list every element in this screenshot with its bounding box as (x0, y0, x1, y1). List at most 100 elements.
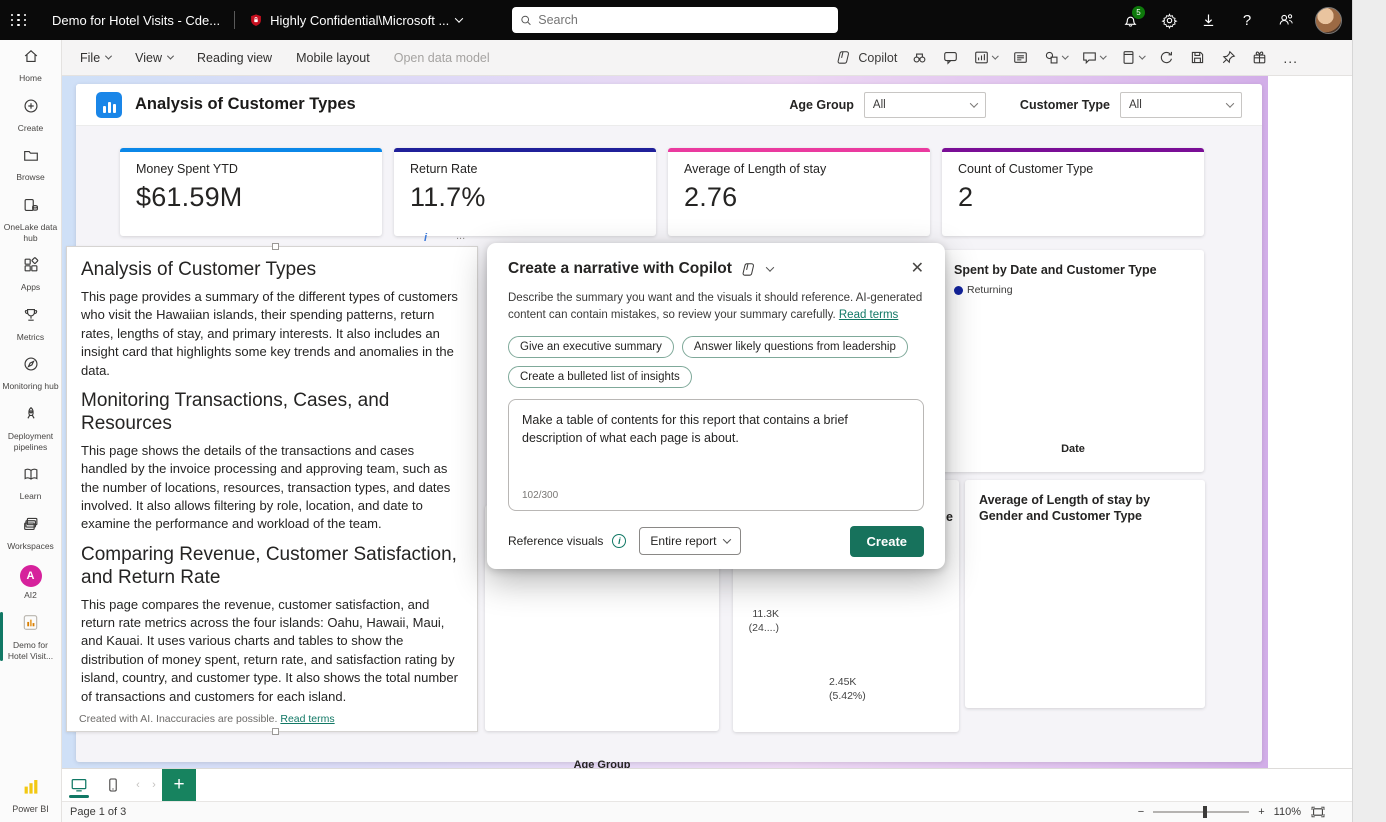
browser-sidebar-rail (1352, 0, 1386, 822)
search-input[interactable] (538, 13, 830, 27)
copilot-button[interactable]: Copilot (831, 45, 902, 70)
menu-item-open-data-model[interactable]: Open data model (394, 51, 490, 65)
legend-returning: Returning (954, 284, 1013, 296)
prompt-textarea[interactable]: Make a table of contents for this report… (509, 400, 923, 484)
power-bi-app: Demo for Hotel Visits - Cde... Highly Co… (0, 0, 1386, 822)
donut-callout-bottom: 2.45K(5.42%) (829, 676, 866, 703)
kpi-card-count-of-customer-type[interactable]: Count of Customer Type2 (942, 148, 1204, 236)
settings-button[interactable] (1159, 10, 1179, 30)
line-chart-plot (954, 304, 1190, 424)
close-dialog-button[interactable]: ✕ (911, 261, 924, 277)
visuals-button[interactable] (968, 45, 1003, 70)
help-button[interactable]: ? (1237, 10, 1257, 30)
pin-button[interactable] (1215, 45, 1242, 70)
more-options-button[interactable]: ... (1277, 50, 1304, 66)
chevron-down-icon[interactable] (766, 263, 774, 271)
age-group-dropdown[interactable]: All (864, 92, 986, 118)
prompt-box: Make a table of contents for this report… (508, 399, 924, 511)
narrative-visual[interactable]: Analysis of Customer TypesThis page prov… (66, 246, 478, 732)
chevron-down-icon (992, 53, 998, 59)
save-icon (1189, 49, 1206, 66)
kpi-card-average-of-length-of-stay[interactable]: Average of Length of stay2.76 (668, 148, 930, 236)
sidebar-item-workspaces[interactable]: Workspaces (0, 508, 61, 558)
shapes-button[interactable] (1038, 45, 1073, 70)
narrative-paragraph: This page compares the revenue, customer… (81, 596, 463, 707)
stay-by-gender-chart[interactable]: Average of Length of stay by Gender and … (965, 480, 1205, 708)
feedback-button[interactable] (1276, 10, 1296, 30)
read-terms-link[interactable]: Read terms (839, 309, 898, 321)
home-icon (22, 47, 40, 70)
donut-callout-left: 11.3K(24....) (741, 608, 779, 635)
report-menubar: File View Reading view Mobile layout Open da… (62, 40, 1352, 76)
chat-bubble-button[interactable] (1076, 45, 1111, 70)
sidebar-item-deployment-pipelines[interactable]: Deployment pipelines (0, 398, 61, 458)
suggestion-pill[interactable]: Answer likely questions from leadership (682, 336, 908, 358)
sidebar-item-learn[interactable]: Learn (0, 458, 61, 508)
narrative-heading: Monitoring Transactions, Cases, and Reso… (81, 390, 463, 436)
kpi-card-money-spent-ytd[interactable]: Money Spent YTD$61.59M (120, 148, 382, 236)
visual-info-icon[interactable]: i (424, 232, 427, 244)
visual-more-options-icon[interactable]: ... (456, 230, 465, 242)
refresh-button[interactable] (1153, 45, 1180, 70)
sidebar-item-apps[interactable]: Apps (0, 249, 61, 299)
chart-title: Spent by Date and Customer Type (954, 262, 1192, 278)
sidebar-item-metrics[interactable]: Metrics (0, 299, 61, 349)
next-page-arrow[interactable]: › (146, 769, 162, 801)
sidebar-item-monitoring-hub[interactable]: Monitoring hub (0, 348, 61, 398)
create-button[interactable]: Create (850, 526, 924, 557)
resize-handle[interactable] (272, 243, 279, 250)
text-box-button[interactable] (1007, 45, 1034, 70)
learn-icon (22, 465, 40, 488)
chevron-down-icon (970, 99, 978, 107)
scope-dropdown[interactable]: Entire report (639, 527, 741, 555)
waffle-menu-icon[interactable] (0, 0, 38, 40)
download-button[interactable] (1198, 10, 1218, 30)
menu-item-view[interactable]: View (135, 51, 173, 65)
customer-type-dropdown[interactable]: All (1120, 92, 1242, 118)
desktop-view-button[interactable] (62, 769, 96, 801)
sensitivity-label[interactable]: Highly Confidential\Microsoft ... (249, 13, 462, 28)
sidebar-item-onelake-data-hub[interactable]: OneLake data hub (0, 189, 61, 249)
add-page-button[interactable]: + (162, 769, 196, 801)
mobile-view-button[interactable] (96, 769, 130, 801)
chevron-down-icon (455, 14, 463, 22)
resize-handle[interactable] (272, 728, 279, 735)
read-terms-link[interactable]: Read terms (280, 713, 334, 725)
suggestion-pill[interactable]: Create a bulleted list of insights (508, 366, 692, 388)
user-avatar[interactable] (1315, 7, 1342, 34)
previous-page-arrow[interactable]: ‹ (130, 769, 146, 801)
global-search[interactable] (512, 7, 838, 33)
search-icon (520, 14, 532, 27)
kpi-value: 2.76 (684, 182, 914, 213)
kpi-card-return-rate[interactable]: Return Rate11.7% (394, 148, 656, 236)
info-icon[interactable]: i (612, 534, 626, 548)
spent-by-date-chart[interactable]: Spent by Date and Customer Type Returnin… (942, 250, 1204, 472)
gift-button[interactable] (1246, 45, 1273, 70)
workspaces-icon (22, 515, 40, 538)
comment-button[interactable] (937, 45, 964, 70)
menu-item-file[interactable]: File (80, 51, 111, 65)
narrative-heading: Comparing Revenue, Customer Satisfaction… (81, 544, 463, 590)
page-button[interactable] (1115, 45, 1150, 70)
sidebar-item-ai2[interactable]: AAI2 (0, 558, 61, 607)
sidebar-item-home[interactable]: Home (0, 40, 61, 90)
shield-lock-icon (249, 13, 263, 27)
menu-item-mobile-layout[interactable]: Mobile layout (296, 51, 370, 65)
page-title: Analysis of Customer Types (135, 95, 356, 114)
report-canvas: Analysis of Customer Types Age Group All… (62, 76, 1268, 768)
sidebar-item-browse[interactable]: Browse (0, 139, 61, 189)
chevron-down-icon (167, 53, 174, 60)
save-button[interactable] (1184, 45, 1211, 70)
menu-item-reading-view[interactable]: Reading view (197, 51, 272, 65)
explore-button[interactable] (906, 45, 933, 70)
fit-to-page-icon[interactable] (1310, 804, 1326, 820)
zoom-in-button[interactable]: + (1258, 806, 1264, 818)
status-bar: Page 1 of 3 − + 110% (62, 801, 1352, 822)
notifications-button[interactable]: 5 (1120, 10, 1140, 30)
suggestion-pill[interactable]: Give an executive summary (508, 336, 674, 358)
zoom-out-button[interactable]: − (1138, 806, 1144, 818)
deployment-icon (22, 405, 40, 428)
sidebar-item-demo-for-hotel-visit[interactable]: Demo for Hotel Visit... (0, 606, 61, 667)
zoom-slider[interactable] (1153, 811, 1249, 813)
sidebar-item-create[interactable]: Create (0, 90, 61, 140)
